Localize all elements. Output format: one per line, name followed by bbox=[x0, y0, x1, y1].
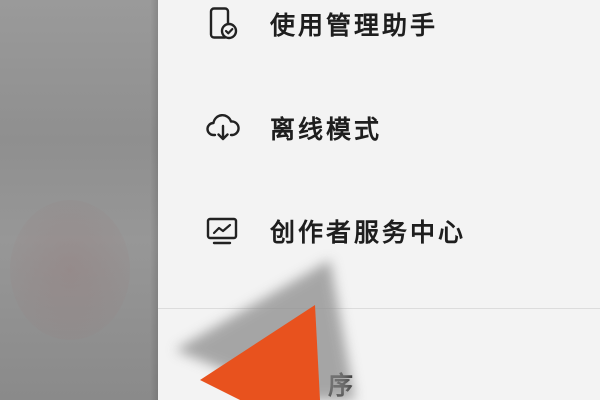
background-blur-spot bbox=[10, 200, 130, 340]
menu-item-label: 离线模式 bbox=[270, 115, 383, 144]
side-drawer-menu: 使用管理助手 离线模式 创作者服务中心 序 bbox=[158, 0, 600, 400]
menu-item-creator-service-center[interactable]: 创作者服务中心 bbox=[206, 207, 466, 255]
menu-divider bbox=[158, 308, 600, 309]
menu-item-usage-assistant[interactable]: 使用管理助手 bbox=[206, 0, 438, 48]
cloud-download-icon bbox=[206, 111, 240, 145]
partial-menu-item-label[interactable]: 序 bbox=[328, 366, 353, 400]
monitor-chart-icon bbox=[206, 214, 240, 248]
screen: 使用管理助手 离线模式 创作者服务中心 序 bbox=[0, 0, 600, 400]
menu-item-label: 使用管理助手 bbox=[270, 11, 439, 40]
phone-clock-icon bbox=[206, 7, 240, 41]
menu-item-label: 创作者服务中心 bbox=[270, 218, 467, 247]
menu-item-offline-mode[interactable]: 离线模式 bbox=[206, 104, 382, 152]
